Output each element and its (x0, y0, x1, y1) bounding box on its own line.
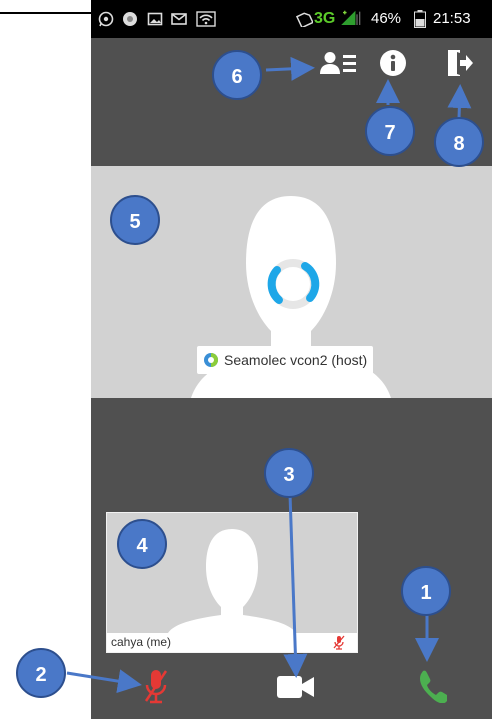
annotation-badge-1: 1 (401, 566, 451, 616)
annotation-badge-4: 4 (117, 519, 167, 569)
arrow-2 (66, 669, 142, 694)
annotation-badge-6: 6 (212, 50, 262, 100)
arrow-3 (283, 493, 308, 678)
annotation-badge-5: 5 (110, 195, 160, 245)
annotation-badge-3: 3 (264, 448, 314, 498)
arrow-8 (447, 84, 472, 119)
annotation-badge-2: 2 (16, 648, 66, 698)
annotation-badge-8: 8 (434, 117, 484, 167)
arrow-6 (265, 56, 315, 81)
annotation-badge-7: 7 (365, 106, 415, 156)
